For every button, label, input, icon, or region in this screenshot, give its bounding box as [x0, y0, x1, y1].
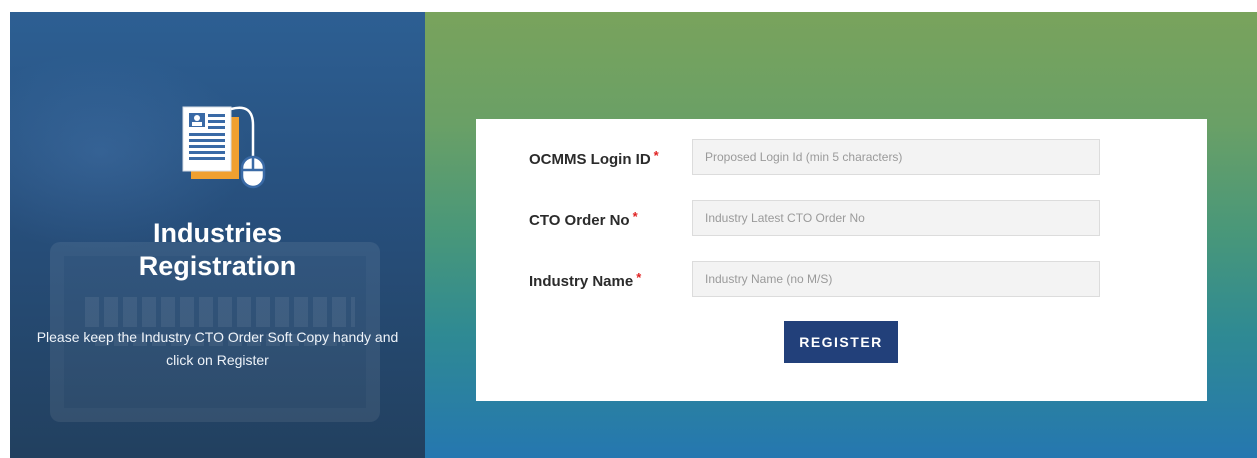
industry-name-label: Industry Name *: [529, 270, 642, 290]
required-asterisk: *: [636, 270, 642, 285]
register-button[interactable]: REGISTER: [784, 321, 898, 363]
login-id-label-text: OCMMS Login ID: [529, 151, 651, 168]
cto-order-label-text: CTO Order No: [529, 212, 630, 229]
form-panel: OCMMS Login ID* CTO Order No* Industry N…: [425, 12, 1257, 458]
form-row-login-id: OCMMS Login ID *: [476, 139, 1207, 175]
form-row-industry-name: Industry Name *: [476, 261, 1207, 297]
title-line-1: Industries: [152, 218, 283, 248]
industry-name-input[interactable]: [692, 261, 1100, 297]
form-row-cto-order: CTO Order No *: [476, 200, 1207, 236]
login-id-label: OCMMS Login ID *: [529, 148, 659, 168]
cto-order-label: CTO Order No *: [529, 209, 638, 229]
page-title: Industries Registration: [10, 217, 425, 283]
registration-form: OCMMS Login ID* CTO Order No* Industry N…: [476, 119, 1207, 401]
cto-order-input[interactable]: [692, 200, 1100, 236]
registration-page: Industries Registration Please keep the …: [10, 12, 1257, 458]
login-id-input[interactable]: [692, 139, 1100, 175]
hero-panel: Industries Registration Please keep the …: [10, 12, 425, 458]
required-asterisk: *: [632, 209, 638, 224]
document-with-mouse-icon: [182, 106, 266, 189]
industry-name-label-text: Industry Name: [529, 273, 634, 290]
title-line-2: Registration: [138, 251, 297, 281]
hero-description: Please keep the Industry CTO Order Soft …: [36, 329, 399, 368]
background-keyboard-row: [85, 297, 355, 327]
required-asterisk: *: [653, 148, 659, 163]
